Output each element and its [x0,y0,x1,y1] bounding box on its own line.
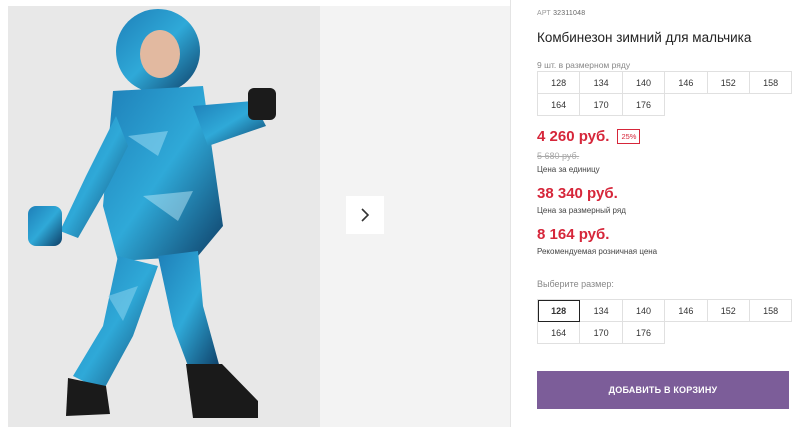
size-option[interactable]: 146 [665,300,708,322]
size-option[interactable]: 152 [707,300,750,322]
chevron-right-icon [361,208,370,222]
retail-price: 8 164 руб. [537,226,610,243]
pack-size-cell: 170 [580,94,623,116]
article-label: АРТ [537,10,551,17]
pack-price: 38 340 руб. [537,185,618,202]
pack-size-cell: 134 [580,72,623,94]
pack-price-note: Цена за размерный ряд [537,206,626,215]
pack-size-grid: 128 134 140 146 152 158 164 170 176 [537,71,793,116]
product-title: Комбинезон зимний для мальчика [537,30,752,45]
gallery-next-button[interactable] [346,196,384,234]
panel-divider [510,0,511,427]
pack-size-cell: 152 [707,72,750,94]
size-option[interactable]: 164 [538,322,581,344]
pack-size-cell: 146 [665,72,708,94]
article-number: АРТ 32311048 [537,10,585,17]
unit-price-row: 4 260 руб. 25% [537,128,641,145]
retail-price-note: Рекомендуемая розничная цена [537,247,658,256]
product-photo[interactable] [8,6,320,427]
size-option[interactable]: 134 [580,300,623,322]
add-to-cart-button[interactable]: ДОБАВИТЬ В КОРЗИНУ [537,371,789,409]
size-option[interactable]: 176 [622,322,666,344]
product-image [8,6,320,427]
pack-size-cell: 140 [622,72,666,94]
size-selector: 128 134 140 146 152 158 164 170 176 [537,299,793,344]
size-option[interactable]: 170 [580,322,623,344]
unit-price: 4 260 руб. [537,128,610,145]
pack-size-cell: 164 [538,94,581,116]
product-gallery [0,0,510,427]
pack-size-cell: 128 [538,72,581,94]
discount-badge: 25% [617,129,641,144]
old-price: 5 680 руб. [537,151,580,161]
pack-size-cell: 176 [622,94,666,116]
size-option[interactable]: 140 [622,300,666,322]
article-value: 32311048 [553,10,586,17]
pack-size-note: 9 шт. в размерном ряду [537,60,631,70]
pack-size-cell: 158 [749,72,793,94]
unit-price-note: Цена за единицу [537,165,600,174]
size-option-selected[interactable]: 128 [538,300,581,322]
size-option[interactable]: 158 [749,300,793,322]
choose-size-label: Выберите размер: [537,279,614,289]
